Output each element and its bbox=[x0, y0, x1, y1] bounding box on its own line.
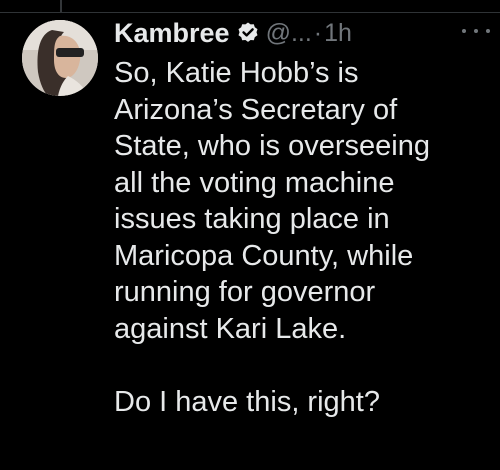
tweet-body: Kambree @... · 1h So, Katie Hobb’s is Ar… bbox=[114, 13, 490, 420]
tweet-text-line: running for governor bbox=[114, 276, 376, 308]
tweet-text-line: Arizona’s Secretary of bbox=[114, 93, 398, 126]
tweet-header: Kambree @... · 1h bbox=[114, 13, 490, 53]
tweet-text-line: Maricopa County, while bbox=[114, 239, 414, 272]
tweet-text-line: all the voting machine bbox=[114, 166, 395, 199]
more-options-icon[interactable] bbox=[462, 21, 490, 41]
timestamp[interactable]: 1h bbox=[324, 19, 352, 48]
tweet[interactable]: Kambree @... · 1h So, Katie Hobb’s is Ar… bbox=[0, 13, 500, 470]
tweet-closing-line: Do I have this, right? bbox=[114, 385, 380, 418]
tweet-text-line: State, who is overseeing bbox=[114, 130, 430, 162]
separator-dot: · bbox=[313, 18, 323, 47]
tweet-text: So, Katie Hobb’s is Arizona’s Secretary … bbox=[114, 55, 486, 420]
tweet-text-line: against Kari Lake. bbox=[114, 312, 347, 345]
avatar[interactable] bbox=[22, 20, 98, 96]
handle[interactable]: @... bbox=[266, 19, 312, 48]
tweet-text-line: So, Katie Hobb’s is bbox=[114, 57, 359, 89]
verified-badge-icon bbox=[236, 21, 260, 45]
thread-line bbox=[60, 0, 62, 12]
avatar-image bbox=[22, 20, 98, 96]
tweet-text-line: issues taking place in bbox=[114, 203, 390, 235]
display-name[interactable]: Kambree bbox=[114, 18, 230, 49]
